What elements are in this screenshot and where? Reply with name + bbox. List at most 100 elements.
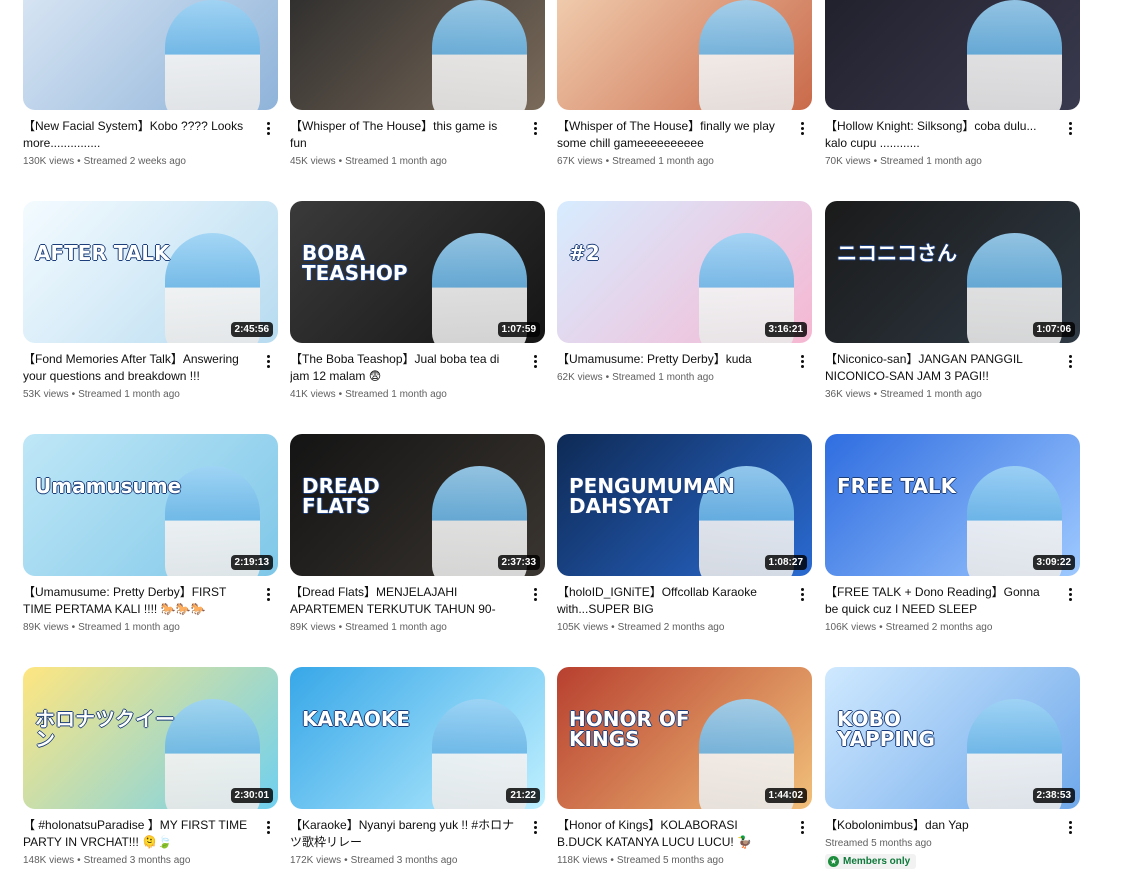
more-options-icon[interactable]: [262, 587, 274, 603]
video-thumbnail[interactable]: Umamusume 2:19:13: [23, 434, 278, 576]
video-stats: 36K views • Streamed 1 month ago: [825, 389, 1080, 400]
video-card[interactable]: ホロナツクイーン 2:30:01 【 #holonatsuParadise 】MY …: [23, 667, 278, 882]
menu-dot: [533, 598, 537, 601]
video-card[interactable]: 【Whisper of The House】finally we play so…: [557, 0, 812, 183]
video-stats: 172K views • Streamed 3 months ago: [290, 855, 545, 866]
video-card[interactable]: BOBA TEASHOP 1:07:59 【The Boba Teashop】Jua…: [290, 201, 545, 416]
video-stats: 89K views • Streamed 1 month ago: [290, 622, 545, 633]
video-title[interactable]: 【Hollow Knight: Silksong】coba dulu... ka…: [825, 118, 1051, 152]
video-thumbnail[interactable]: HONOR OF KINGS 1:44:02: [557, 667, 812, 809]
more-options-icon[interactable]: [1064, 354, 1076, 370]
more-options-icon[interactable]: [529, 354, 541, 370]
video-card[interactable]: KARAOKE 21:22 【Karaoke】Nyanyi bareng yuk !…: [290, 667, 545, 882]
video-meta: 【Niconico-san】JANGAN PANGGIL NICONICO-SA…: [825, 351, 1080, 400]
more-options-icon[interactable]: [529, 820, 541, 836]
video-stats: 105K views • Streamed 2 months ago: [557, 622, 812, 633]
video-stats: 148K views • Streamed 3 months ago: [23, 855, 278, 866]
video-title[interactable]: 【Dread Flats】MENJELAJAHI APARTEMEN TERKU…: [290, 584, 516, 618]
more-options-icon[interactable]: [796, 820, 808, 836]
video-stats: Streamed 5 months ago: [825, 838, 1080, 849]
video-card[interactable]: Umamusume 2:19:13 【Umamusume: Pretty Derby…: [23, 434, 278, 649]
thumbnail-text: KOBO YAPPING: [837, 707, 935, 751]
separator-dot: •: [71, 389, 76, 400]
video-meta: 【Hollow Knight: Silksong】coba dulu... ka…: [825, 118, 1080, 167]
video-title[interactable]: 【 #holonatsuParadise 】MY FIRST TIME PART…: [23, 817, 249, 851]
video-thumbnail[interactable]: BOBA TEASHOP 1:07:59: [290, 201, 545, 343]
video-title[interactable]: 【Niconico-san】JANGAN PANGGIL NICONICO-SA…: [825, 351, 1051, 385]
menu-dot: [1068, 365, 1072, 368]
more-options-icon[interactable]: [796, 587, 808, 603]
video-thumbnail[interactable]: [23, 0, 278, 110]
more-options-icon[interactable]: [1064, 820, 1076, 836]
view-count: 89K views: [23, 622, 69, 633]
video-thumbnail[interactable]: PENGUMUMAN DAHSYAT 1:08:27: [557, 434, 812, 576]
streamed-date: Streamed 1 month ago: [612, 156, 714, 167]
video-title[interactable]: 【Fond Memories After Talk】Answering your…: [23, 351, 249, 385]
video-card[interactable]: KOBO YAPPING 2:38:53 【Kobolonimbus】dan Yap…: [825, 667, 1080, 882]
video-card[interactable]: HONOR OF KINGS 1:44:02 【Honor of Kings】KOL…: [557, 667, 812, 882]
more-options-icon[interactable]: [262, 354, 274, 370]
video-thumbnail[interactable]: KOBO YAPPING 2:38:53: [825, 667, 1080, 809]
video-card[interactable]: AFTER TALK 2:45:56 【Fond Memories After Ta…: [23, 201, 278, 416]
video-thumbnail[interactable]: ホロナツクイーン 2:30:01: [23, 667, 278, 809]
video-thumbnail[interactable]: AFTER TALK 2:45:56: [23, 201, 278, 343]
video-title[interactable]: 【Karaoke】Nyanyi bareng yuk !! #ホロナツ歌枠リレー: [290, 817, 516, 851]
video-card[interactable]: PENGUMUMAN DAHSYAT 1:08:27 【holoID_IGNiTE】…: [557, 434, 812, 649]
video-thumbnail[interactable]: FREE TALK 3:09:22: [825, 434, 1080, 576]
menu-dot: [533, 365, 537, 368]
streamed-date: Streamed 2 months ago: [617, 622, 725, 633]
more-options-icon[interactable]: [796, 354, 808, 370]
thumbnail-text: ホロナツクイーン: [35, 707, 175, 751]
video-title[interactable]: 【Kobolonimbus】dan Yap: [825, 817, 1051, 834]
separator-dot: •: [77, 156, 81, 167]
menu-dot: [800, 821, 804, 824]
more-options-icon[interactable]: [529, 121, 541, 137]
video-title[interactable]: 【Whisper of The House】finally we play so…: [557, 118, 783, 152]
video-thumbnail[interactable]: [290, 0, 545, 110]
more-options-icon[interactable]: [262, 121, 274, 137]
more-options-icon[interactable]: [1064, 121, 1076, 137]
menu-dot: [533, 355, 537, 358]
video-card[interactable]: ニコニコさん 1:07:06 【Niconico-san】JANGAN PANGGI…: [825, 201, 1080, 416]
streamed-date: Streamed 1 month ago: [78, 622, 180, 633]
video-thumbnail[interactable]: ニコニコさん 1:07:06: [825, 201, 1080, 343]
streamed-date: Streamed 1 month ago: [78, 389, 180, 400]
video-card[interactable]: #2 3:16:21 【Umamusume: Pretty Derby】kuda 62…: [557, 201, 812, 416]
video-title[interactable]: 【Whisper of The House】this game is fun: [290, 118, 516, 152]
more-options-icon[interactable]: [796, 121, 808, 137]
video-title[interactable]: 【Umamusume: Pretty Derby】kuda: [557, 351, 783, 368]
video-card[interactable]: 【New Facial System】Kobo ???? Looks more.…: [23, 0, 278, 183]
more-options-icon[interactable]: [1064, 587, 1076, 603]
video-title[interactable]: 【Umamusume: Pretty Derby】FIRST TIME PERT…: [23, 584, 249, 618]
video-thumbnail[interactable]: #2 3:16:21: [557, 201, 812, 343]
view-count: 118K views: [557, 855, 608, 866]
video-card[interactable]: FREE TALK 3:09:22 【FREE TALK + Dono Readin…: [825, 434, 1080, 649]
streamed-date: Streamed 1 month ago: [345, 389, 447, 400]
video-meta: 【The Boba Teashop】Jual boba tea di jam 1…: [290, 351, 545, 400]
more-options-icon[interactable]: [529, 587, 541, 603]
video-thumbnail[interactable]: [557, 0, 812, 110]
video-card[interactable]: DREAD FLATS 2:37:33 【Dread Flats】MENJELAJA…: [290, 434, 545, 649]
menu-dot: [1068, 598, 1072, 601]
video-thumbnail[interactable]: [825, 0, 1080, 110]
video-thumbnail[interactable]: KARAOKE 21:22: [290, 667, 545, 809]
video-card[interactable]: 【Whisper of The House】this game is fun 45…: [290, 0, 545, 183]
thumbnail-text: ニコニコさん: [837, 241, 957, 265]
separator-dot: •: [77, 855, 81, 866]
video-title[interactable]: 【The Boba Teashop】Jual boba tea di jam 1…: [290, 351, 516, 385]
video-title[interactable]: 【FREE TALK + Dono Reading】Gonna be quick…: [825, 584, 1051, 618]
video-title[interactable]: 【Honor of Kings】KOLABORASI B.DUCK KATANY…: [557, 817, 783, 851]
more-options-icon[interactable]: [262, 820, 274, 836]
menu-dot: [1068, 355, 1072, 358]
menu-dot: [1068, 826, 1072, 829]
video-stats: 53K views • Streamed 1 month ago: [23, 389, 278, 400]
video-thumbnail[interactable]: DREAD FLATS 2:37:33: [290, 434, 545, 576]
streamed-date: Streamed 1 month ago: [345, 622, 447, 633]
view-count: 130K views: [23, 156, 75, 167]
video-meta: 【Kobolonimbus】dan Yap Streamed 5 months a…: [825, 817, 1080, 869]
menu-dot: [800, 831, 804, 834]
video-title[interactable]: 【New Facial System】Kobo ???? Looks more.…: [23, 118, 249, 152]
video-title[interactable]: 【holoID_IGNiTE】Offcollab Karaoke with...…: [557, 584, 783, 618]
menu-dot: [1068, 821, 1072, 824]
video-card[interactable]: 【Hollow Knight: Silksong】coba dulu... ka…: [825, 0, 1080, 183]
